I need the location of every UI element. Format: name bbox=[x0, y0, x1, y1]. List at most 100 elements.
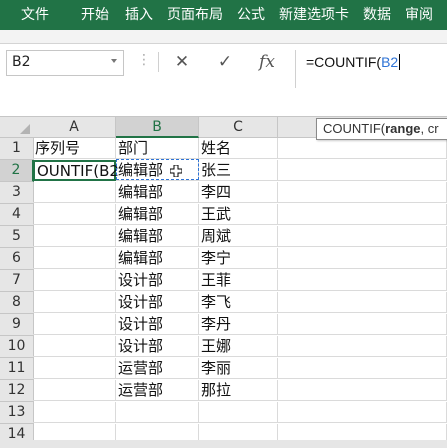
tab-formulas[interactable]: 公式 bbox=[237, 0, 265, 30]
row-header[interactable]: 4 bbox=[0, 204, 34, 226]
tooltip-arg-range[interactable]: range bbox=[385, 121, 420, 136]
cell-a[interactable] bbox=[33, 226, 116, 247]
cell-a[interactable] bbox=[33, 380, 116, 401]
cell-c[interactable]: 王菲 bbox=[199, 270, 278, 291]
cell-b[interactable] bbox=[116, 402, 199, 423]
formula-bar: B2 ⋮ ✕ ✓ fx =COUNTIF(B2 bbox=[0, 44, 447, 117]
row-header[interactable]: 7 bbox=[0, 270, 34, 292]
cell-a[interactable] bbox=[33, 182, 116, 203]
row-header[interactable]: 6 bbox=[0, 248, 34, 270]
tab-new-tab[interactable]: 新建选项卡 bbox=[279, 0, 349, 30]
row-header[interactable]: 3 bbox=[0, 182, 34, 204]
cell-b[interactable]: 设计部 bbox=[116, 336, 199, 357]
cell-empty[interactable] bbox=[278, 292, 447, 313]
cell-a[interactable]: 序列号 bbox=[33, 138, 116, 159]
cell-c[interactable]: 李飞 bbox=[199, 292, 278, 313]
bottom-edge bbox=[0, 440, 447, 448]
row-header[interactable]: 2 bbox=[0, 160, 34, 182]
ribbon-body bbox=[0, 30, 447, 44]
insert-function-button[interactable]: fx bbox=[253, 50, 281, 74]
chevron-down-icon[interactable] bbox=[111, 59, 117, 63]
cell-c[interactable]: 李宁 bbox=[199, 248, 278, 269]
cell-b[interactable]: 编辑部 bbox=[116, 160, 199, 181]
cell-a[interactable] bbox=[33, 336, 116, 357]
column-header-a[interactable]: A bbox=[33, 117, 116, 138]
select-all-button[interactable] bbox=[0, 117, 34, 138]
cell-empty[interactable] bbox=[278, 402, 447, 423]
cell-empty[interactable] bbox=[278, 160, 447, 181]
cell-a[interactable] bbox=[33, 204, 116, 225]
cell-empty[interactable] bbox=[278, 314, 447, 335]
row-header[interactable]: 1 bbox=[0, 138, 34, 160]
row-header[interactable]: 12 bbox=[0, 380, 34, 402]
cell-c[interactable] bbox=[199, 402, 278, 423]
cell-b[interactable]: 编辑部 bbox=[116, 248, 199, 269]
name-box[interactable]: B2 bbox=[6, 50, 124, 76]
row-header[interactable]: 5 bbox=[0, 226, 34, 248]
cell-b[interactable]: 部门 bbox=[116, 138, 199, 159]
drag-handle-icon[interactable]: ⋮ bbox=[137, 53, 151, 67]
cell-empty[interactable] bbox=[278, 248, 447, 269]
cell-c[interactable]: 那拉 bbox=[199, 380, 278, 401]
column-header-c[interactable]: C bbox=[199, 117, 278, 138]
cell-c[interactable]: 周斌 bbox=[199, 226, 278, 247]
active-cell[interactable]: OUNTIF(B2 bbox=[33, 160, 119, 181]
cell-b[interactable]: 运营部 bbox=[116, 358, 199, 379]
cell-a[interactable] bbox=[33, 358, 116, 379]
tab-page-layout[interactable]: 页面布局 bbox=[167, 0, 223, 30]
checkmark-icon: ✓ bbox=[217, 52, 233, 72]
cell-empty[interactable] bbox=[278, 270, 447, 291]
tab-insert[interactable]: 插入 bbox=[125, 0, 153, 30]
tab-file[interactable]: 文件 bbox=[21, 0, 49, 30]
cell-c[interactable]: 李丽 bbox=[199, 358, 278, 379]
cell-c[interactable]: 王武 bbox=[199, 204, 278, 225]
cell-a[interactable] bbox=[33, 314, 116, 335]
cell-empty[interactable] bbox=[278, 358, 447, 379]
cell-c[interactable]: 李四 bbox=[199, 182, 278, 203]
cell-a[interactable] bbox=[33, 270, 116, 291]
cell-empty[interactable] bbox=[278, 336, 447, 357]
ribbon-tab-bar: 文件 开始 插入 页面布局 公式 新建选项卡 数据 审阅 bbox=[0, 0, 447, 30]
tab-data[interactable]: 数据 bbox=[363, 0, 391, 30]
cell-empty[interactable] bbox=[278, 182, 447, 203]
formula-reference: B2 bbox=[381, 54, 399, 70]
cell-empty[interactable] bbox=[278, 380, 447, 401]
row-header[interactable]: 10 bbox=[0, 336, 34, 358]
cell-b[interactable]: 编辑部 bbox=[116, 226, 199, 247]
cancel-button[interactable]: ✕ bbox=[168, 50, 196, 74]
row-header[interactable]: 13 bbox=[0, 402, 34, 424]
cell-empty[interactable] bbox=[278, 138, 447, 159]
fx-icon: fx bbox=[259, 52, 275, 72]
cell-c[interactable]: 张三 bbox=[199, 160, 278, 181]
cell-empty[interactable] bbox=[278, 226, 447, 247]
cell-c[interactable]: 王娜 bbox=[199, 336, 278, 357]
text-caret bbox=[399, 54, 401, 70]
divider bbox=[158, 52, 159, 72]
cell-b[interactable]: 设计部 bbox=[116, 314, 199, 335]
function-tooltip[interactable]: COUNTIF(range, cr bbox=[316, 118, 447, 140]
cell-c[interactable]: 姓名 bbox=[199, 138, 278, 159]
cell-a[interactable] bbox=[33, 292, 116, 313]
cell-b[interactable]: 编辑部 bbox=[116, 182, 199, 203]
row-header[interactable]: 8 bbox=[0, 292, 34, 314]
ribbon-tabs: 文件 开始 插入 页面布局 公式 新建选项卡 数据 审阅 bbox=[0, 0, 433, 30]
tab-review[interactable]: 审阅 bbox=[405, 0, 433, 30]
tooltip-func: COUNTIF( bbox=[323, 121, 386, 136]
cell-b[interactable]: 设计部 bbox=[116, 270, 199, 291]
cell-a[interactable] bbox=[33, 248, 116, 269]
cell-b[interactable]: 运营部 bbox=[116, 380, 199, 401]
tab-home[interactable]: 开始 bbox=[81, 0, 109, 30]
cell-b[interactable]: 设计部 bbox=[116, 292, 199, 313]
column-header-b[interactable]: B bbox=[116, 117, 199, 138]
formula-text: =COUNTIF(B2 bbox=[306, 54, 401, 70]
select-all-icon bbox=[20, 124, 30, 134]
row-header[interactable]: 11 bbox=[0, 358, 34, 380]
formula-input[interactable]: =COUNTIF(B2 bbox=[295, 50, 447, 88]
close-icon: ✕ bbox=[174, 52, 190, 72]
cell-c[interactable]: 李丹 bbox=[199, 314, 278, 335]
enter-button[interactable]: ✓ bbox=[211, 50, 239, 74]
cell-b[interactable]: 编辑部 bbox=[116, 204, 199, 225]
row-header[interactable]: 9 bbox=[0, 314, 34, 336]
cell-empty[interactable] bbox=[278, 204, 447, 225]
cell-a[interactable] bbox=[33, 402, 116, 423]
